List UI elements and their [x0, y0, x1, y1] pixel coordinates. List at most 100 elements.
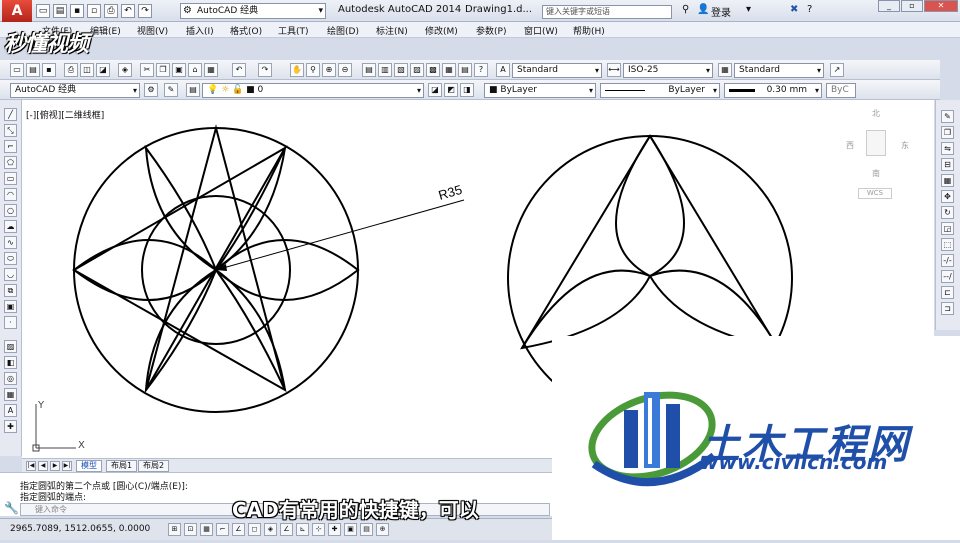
- erase-icon[interactable]: ✎: [941, 110, 954, 123]
- spline-icon[interactable]: ∿: [4, 236, 17, 249]
- ellipse-icon[interactable]: ⬭: [4, 252, 17, 265]
- undo-icon[interactable]: ↶: [232, 63, 246, 77]
- tab-layout2[interactable]: 布局2: [138, 460, 170, 472]
- hatch-icon[interactable]: ▨: [4, 340, 17, 353]
- multiline-text-icon[interactable]: A: [4, 404, 17, 417]
- preview-icon[interactable]: ◫: [80, 63, 94, 77]
- table-style-icon[interactable]: ▦: [718, 63, 732, 77]
- quick-properties-icon[interactable]: ▤: [360, 523, 373, 536]
- rotate-icon[interactable]: ↻: [941, 206, 954, 219]
- wrench-icon[interactable]: 🔧: [4, 501, 19, 515]
- prev-tab-icon[interactable]: ◀: [38, 461, 48, 471]
- match-properties-icon[interactable]: ⌂: [188, 63, 202, 77]
- join-icon[interactable]: ⊐: [941, 302, 954, 315]
- menu-insert[interactable]: 插入(I): [186, 24, 214, 37]
- paste-icon[interactable]: ▣: [172, 63, 186, 77]
- search-input[interactable]: 键入关键字或短语: [542, 5, 672, 19]
- snap-icon[interactable]: ⊡: [184, 523, 197, 536]
- layer-dropdown[interactable]: 💡 ☼ 🔓 ■ 0 ▾: [202, 83, 424, 98]
- redo-icon[interactable]: ↷: [138, 4, 152, 18]
- text-style-dropdown[interactable]: Standard ▾: [512, 63, 602, 78]
- circle-icon[interactable]: ○: [4, 204, 17, 217]
- 3d-osnap-icon[interactable]: ◈: [264, 523, 277, 536]
- make-block-icon[interactable]: ▣: [4, 300, 17, 313]
- close-button[interactable]: ✕: [924, 0, 958, 12]
- osnap-icon[interactable]: ◻: [248, 523, 261, 536]
- exchange-icon[interactable]: ✖: [790, 4, 798, 15]
- new-icon[interactable]: ▭: [36, 4, 50, 18]
- calculator-icon[interactable]: ▦: [442, 63, 456, 77]
- transparency-icon[interactable]: ▣: [344, 523, 357, 536]
- linetype-dropdown[interactable]: ByLayer ▾: [600, 83, 720, 98]
- open-icon[interactable]: ▤: [53, 4, 67, 18]
- viewcube-south[interactable]: 南: [872, 168, 880, 179]
- break-icon[interactable]: ⊏: [941, 286, 954, 299]
- arc-icon[interactable]: ◠: [4, 188, 17, 201]
- menu-window[interactable]: 窗口(W): [524, 24, 558, 37]
- line-icon[interactable]: ╱: [4, 108, 17, 121]
- gradient-icon[interactable]: ◧: [4, 356, 17, 369]
- gear-icon[interactable]: ⚙: [144, 83, 158, 97]
- table-style-dropdown[interactable]: Standard ▾: [734, 63, 824, 78]
- zoom-realtime-icon[interactable]: ⚲: [306, 63, 320, 77]
- selection-cycling-icon[interactable]: ⊕: [376, 523, 389, 536]
- color-dropdown[interactable]: ■ ByLayer ▾: [484, 83, 596, 98]
- maximize-button[interactable]: ▫: [901, 0, 923, 12]
- first-tab-icon[interactable]: |◀: [26, 461, 36, 471]
- mirror-icon[interactable]: ⇋: [941, 142, 954, 155]
- zoom-previous-icon[interactable]: ⊖: [338, 63, 352, 77]
- menu-modify[interactable]: 修改(M): [425, 24, 458, 37]
- last-tab-icon[interactable]: ▶|: [62, 461, 72, 471]
- save-icon[interactable]: ▪: [70, 4, 84, 18]
- scale-icon[interactable]: ◲: [941, 222, 954, 235]
- menu-format[interactable]: 格式(O): [230, 24, 262, 37]
- zoom-window-icon[interactable]: ⊕: [322, 63, 336, 77]
- publish-icon[interactable]: ◪: [96, 63, 110, 77]
- print-icon[interactable]: ⎙: [64, 63, 78, 77]
- layer-state-icon[interactable]: ◨: [460, 83, 474, 97]
- signin-link[interactable]: 登录: [711, 4, 731, 19]
- polar-icon[interactable]: ∠: [232, 523, 245, 536]
- grid-icon[interactable]: ▦: [200, 523, 213, 536]
- help-icon[interactable]: ?: [807, 4, 812, 15]
- tab-layout1[interactable]: 布局1: [106, 460, 138, 472]
- pan-icon[interactable]: ✋: [290, 63, 304, 77]
- workspace-dropdown[interactable]: ⚙ AutoCAD 经典 ▾: [180, 3, 326, 19]
- menu-parameters[interactable]: 参数(P): [476, 24, 506, 37]
- plot-style-dropdown[interactable]: ByC: [826, 83, 856, 98]
- layer-manager-icon[interactable]: ▤: [186, 83, 200, 97]
- binoculars-icon[interactable]: ⚲: [682, 4, 689, 15]
- 3d-icon[interactable]: ◈: [118, 63, 132, 77]
- help-icon[interactable]: ?: [474, 63, 488, 77]
- dyn-icon[interactable]: ⊹: [312, 523, 325, 536]
- workspace-dropdown-2[interactable]: AutoCAD 经典 ▾: [10, 83, 140, 98]
- offset-icon[interactable]: ⊟: [941, 158, 954, 171]
- save-icon[interactable]: ▪: [42, 63, 56, 77]
- user-icon[interactable]: 👤: [697, 4, 709, 15]
- ducs-icon[interactable]: ⊾: [296, 523, 309, 536]
- viewcube-west[interactable]: 西: [846, 140, 854, 151]
- infer-constraints-icon[interactable]: ⊞: [168, 523, 181, 536]
- design-center-icon[interactable]: ▥: [378, 63, 392, 77]
- multileader-style-icon[interactable]: ↗: [830, 63, 844, 77]
- rectangle-icon[interactable]: ▭: [4, 172, 17, 185]
- menu-dimension[interactable]: 标注(N): [376, 24, 408, 37]
- redo-icon[interactable]: ↷: [258, 63, 272, 77]
- minimize-button[interactable]: _: [878, 0, 900, 12]
- ortho-icon[interactable]: ⌐: [216, 523, 229, 536]
- properties-icon[interactable]: ▤: [362, 63, 376, 77]
- cut-icon[interactable]: ✂: [140, 63, 154, 77]
- dim-style-dropdown[interactable]: ISO-25 ▾: [623, 63, 713, 78]
- layer-previous-icon[interactable]: ◩: [444, 83, 458, 97]
- otrack-icon[interactable]: ∠: [280, 523, 293, 536]
- edit-icon[interactable]: ✎: [164, 83, 178, 97]
- open-icon[interactable]: ▤: [26, 63, 40, 77]
- save-as-icon[interactable]: ▫: [87, 4, 101, 18]
- new-icon[interactable]: ▭: [10, 63, 24, 77]
- viewcube-north[interactable]: 北: [872, 108, 880, 119]
- array-icon[interactable]: ▦: [941, 174, 954, 187]
- viewcube[interactable]: 北 西 东 南 WCS: [846, 108, 916, 203]
- application-menu-button[interactable]: A: [2, 0, 32, 22]
- make-current-icon[interactable]: ◪: [428, 83, 442, 97]
- add-selected-icon[interactable]: ✚: [4, 420, 17, 433]
